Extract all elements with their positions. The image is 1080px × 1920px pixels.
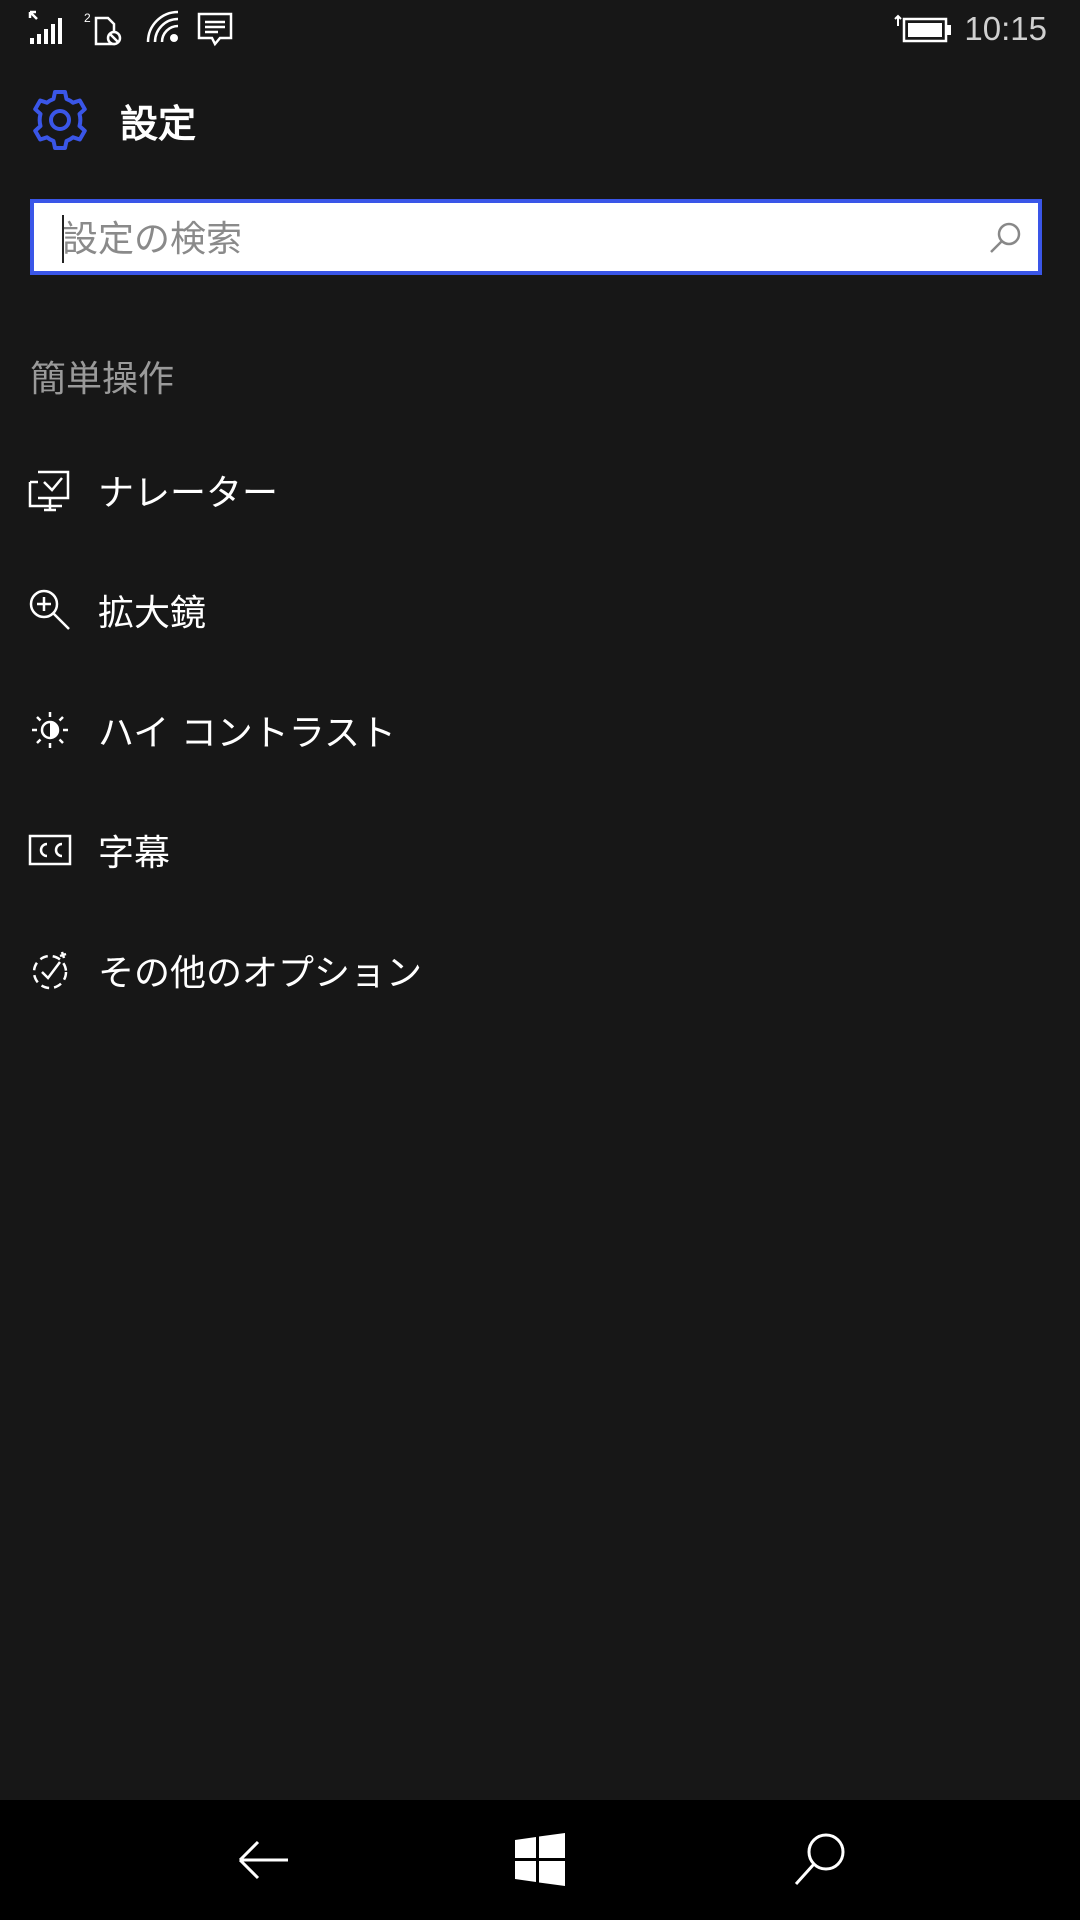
menu-item-high-contrast[interactable]: ハイ コントラスト [0,680,1080,780]
menu-item-label: その他のオプション [98,953,423,994]
navigation-bar [0,1800,1080,1920]
menu-item-more-options[interactable]: その他のオプション [0,920,1080,1020]
menu-item-narrator[interactable]: ナレーター [0,440,1080,540]
menu-item-closed-captions[interactable]: 字幕 [0,800,1080,900]
status-bar: 2 10:15 [0,0,1080,60]
signal-icon [28,10,62,44]
gear-icon [33,90,87,150]
menu-item-label: 字幕 [98,833,171,874]
windows-start-icon[interactable] [510,1830,570,1890]
page-header: 設定 [28,88,196,152]
more-options-icon [32,951,68,990]
narrator-icon [28,470,70,512]
page-title: 設定 [120,101,197,146]
back-icon[interactable] [234,1830,294,1890]
menu-item-label: ハイ コントラスト [98,713,397,754]
search-input[interactable] [60,209,964,269]
svg-text:2: 2 [84,11,91,25]
menu-item-magnifier[interactable]: 拡大鏡 [0,560,1080,660]
status-time: 10:15 [964,10,1047,47]
search-icon[interactable] [988,221,1022,255]
menu-item-label: ナレーター [98,473,279,514]
sim-icon: 2 [84,11,122,46]
section-header: 簡単操作 [30,359,175,400]
menu-item-label: 拡大鏡 [98,593,207,634]
closed-captions-icon [28,834,72,866]
magnifier-icon [29,589,70,630]
wifi-icon [146,10,179,43]
text-caret [62,215,64,263]
message-icon [197,12,233,47]
search-box[interactable] [30,199,1042,275]
high-contrast-icon [32,712,68,748]
battery-icon [894,14,951,43]
search-icon[interactable] [790,1830,850,1890]
